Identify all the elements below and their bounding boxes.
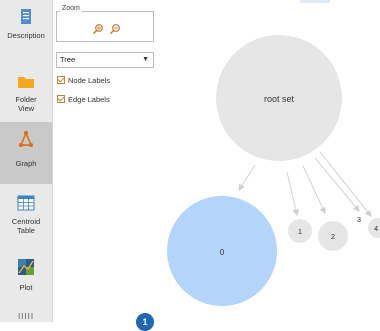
layout-select-value: Tree xyxy=(60,55,76,64)
graph-node-2[interactable]: 2 xyxy=(318,221,348,251)
chevron-down-icon: ▼ xyxy=(142,56,149,63)
node-label-2: 2 xyxy=(331,232,335,241)
sidebar-more-indicator[interactable]: IIIII xyxy=(0,312,52,321)
sidebar-item-label: Description xyxy=(7,31,45,40)
zoom-group xyxy=(56,11,154,42)
notification-badge[interactable]: 1 xyxy=(136,313,154,331)
graph-canvas: root set 0 1 2 3 4 xyxy=(167,35,380,306)
graph-node-root[interactable]: root set xyxy=(216,35,342,161)
edge-root-3 xyxy=(314,157,360,212)
topbar-fragment xyxy=(300,0,330,3)
sidebar-rail: Description Folder View Graph Centroid T… xyxy=(0,0,53,322)
node-label-1: 1 xyxy=(298,227,302,236)
table-icon xyxy=(17,195,35,211)
zoom-out-icon[interactable] xyxy=(109,23,121,35)
sidebar-item-description[interactable]: Description xyxy=(0,0,52,62)
edge-labels-checkbox[interactable]: Edge Labels xyxy=(57,93,110,105)
node-labels-checkbox[interactable]: Node Labels xyxy=(57,74,110,86)
folder-icon xyxy=(18,77,34,88)
sidebar-item-graph[interactable]: Graph xyxy=(0,122,52,184)
edge-root-0 xyxy=(238,164,256,191)
sidebar-item-plot[interactable]: Plot xyxy=(0,250,52,312)
sidebar-item-centroid-table[interactable]: Centroid Table xyxy=(0,186,52,248)
zoom-label: Zoom xyxy=(60,5,82,12)
sidebar-item-label: Plot xyxy=(19,283,33,292)
layout-select[interactable]: Tree ▼ xyxy=(56,52,154,68)
edge-root-4 xyxy=(319,151,372,217)
sidebar-item-label: Centroid Table xyxy=(11,217,41,235)
checkbox-checked-icon[interactable] xyxy=(57,76,65,84)
node-label-root: root set xyxy=(264,94,295,104)
description-icon xyxy=(21,9,31,24)
sidebar-item-folder-view[interactable]: Folder View xyxy=(0,64,52,126)
sidebar-item-label: Graph xyxy=(15,159,37,168)
node-labels-label: Node Labels xyxy=(68,75,111,85)
edge-root-2 xyxy=(302,165,326,214)
checkbox-checked-icon[interactable] xyxy=(57,95,65,103)
graph-node-4[interactable]: 4 xyxy=(368,218,380,238)
node-label-4: 4 xyxy=(374,224,378,233)
graph-icon xyxy=(19,131,33,147)
node-label-0: 0 xyxy=(220,248,225,257)
graph-node-1[interactable]: 1 xyxy=(288,219,312,243)
zoom-in-icon[interactable] xyxy=(92,23,104,35)
sidebar-item-label: Folder View xyxy=(15,95,37,113)
edge-label-3: 3 xyxy=(357,215,361,224)
edge-root-1 xyxy=(286,171,299,217)
graph-node-0[interactable]: 0 xyxy=(167,196,277,306)
edge-labels-label: Edge Labels xyxy=(68,94,110,104)
plot-icon xyxy=(18,259,34,275)
